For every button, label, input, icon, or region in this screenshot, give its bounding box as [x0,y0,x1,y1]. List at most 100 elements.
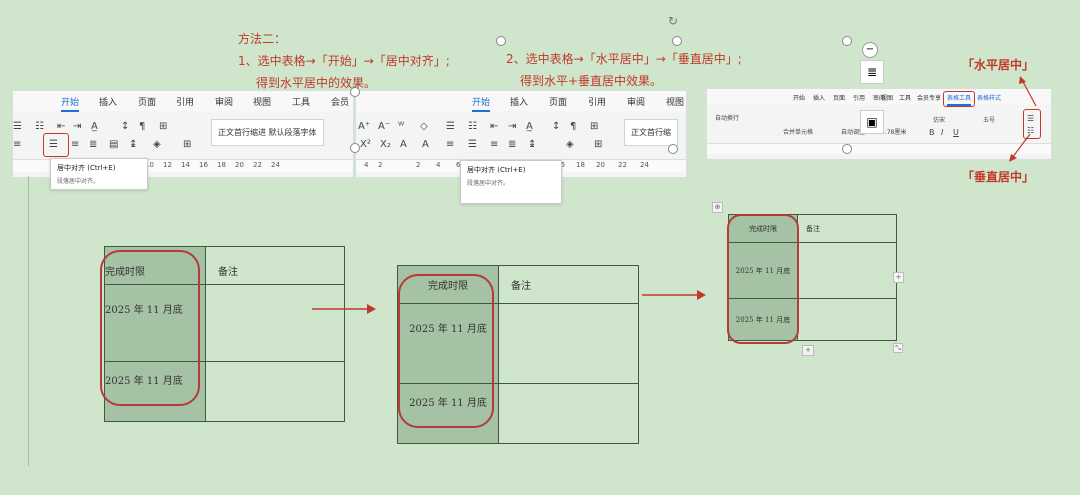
text-wrap-icon[interactable]: ≣ [860,60,884,84]
numbered-list-icon[interactable]: ☷ [468,121,477,133]
resize-handle[interactable] [350,87,360,97]
tab-view[interactable]: 视图 [253,95,271,108]
table-cell[interactable]: 备注 [797,214,897,243]
border-icon[interactable]: ⊞ [183,139,191,151]
italic-icon[interactable]: I [941,127,943,139]
align-left-icon[interactable]: ≡ [446,139,454,151]
resize-handle[interactable] [668,144,678,154]
tab-insert[interactable]: 插入 [813,93,825,102]
shading-icon[interactable]: ◈ [566,139,574,151]
line-spacing-icon[interactable]: ↨ [528,139,536,151]
table-resize-handle[interactable]: ⤡ [893,343,903,353]
align-right-icon[interactable]: ≡ [490,139,498,151]
bullet-list-icon[interactable]: ☰ [13,121,22,133]
tab-insert[interactable]: 插入 [510,95,528,108]
table-cell[interactable] [205,284,345,362]
add-row-button[interactable]: + [802,345,814,356]
clear-format-icon[interactable]: ◇ [420,121,428,133]
tab-reference[interactable]: 引用 [176,95,194,108]
show-marks-icon[interactable]: ¶ [139,121,145,133]
tab-page[interactable]: 页面 [138,95,156,108]
tab-reference[interactable]: 引用 [588,95,606,108]
table-icon[interactable]: ⊞ [590,121,598,133]
resize-handle[interactable] [842,144,852,154]
style-gallery[interactable]: 正文首行缩进 默认段落字体 [211,119,324,146]
tab-view[interactable]: 视图 [666,95,684,108]
justify-icon[interactable]: ≣ [508,139,516,151]
image-layout-icon[interactable]: ▣ [860,110,884,134]
tab-page[interactable]: 页面 [549,95,567,108]
auto-wrap-button[interactable]: 自动换行 [715,113,739,125]
align-right-icon[interactable]: ≡ [71,139,79,151]
add-column-button[interactable]: + [893,272,904,283]
collapse-icon[interactable]: − [862,42,878,58]
table-cell[interactable] [498,303,639,384]
underline-icon[interactable]: U [953,127,959,139]
tab-tools[interactable]: 工具 [899,93,911,102]
tab-home[interactable]: 开始 [472,95,491,112]
resize-handle[interactable] [672,36,682,46]
font-shrink-icon[interactable]: A⁻ [378,121,390,133]
style-gallery[interactable]: 正文首行缩 [624,119,678,146]
table-cell[interactable]: 备注 [498,265,639,304]
tab-reference[interactable]: 引用 [853,93,865,102]
distribute-icon[interactable]: ▤ [109,139,118,151]
table-cell[interactable] [498,383,639,444]
resize-handle[interactable] [496,36,506,46]
tab-insert[interactable]: 插入 [99,95,117,108]
table-cell[interactable] [797,298,897,341]
font-family-select[interactable]: 仿宋 [933,115,945,127]
tab-member[interactable]: 会员专享 [917,93,941,102]
tab-member[interactable]: 会员 [331,95,349,108]
tab-review[interactable]: 审阅 [627,95,645,108]
highlight-icon[interactable]: A [422,139,429,151]
ruler-number: 14 [181,161,190,169]
numbered-list-icon[interactable]: ☷ [35,121,44,133]
outdent-icon[interactable]: ⇤ [490,121,498,133]
bold-icon[interactable]: B [929,127,935,139]
show-marks-icon[interactable]: ¶ [570,121,576,133]
column-width-field[interactable]: 4.78厘米 [881,127,906,139]
merge-cells-button[interactable]: 合并单元格 [783,127,813,139]
table-icon[interactable]: ⊞ [159,121,167,133]
resize-handle[interactable] [842,36,852,46]
selection-oval [398,274,494,428]
align-left-icon[interactable]: ≡ [13,139,21,151]
font-style-icon[interactable]: ᵂ [398,121,404,133]
tab-home[interactable]: 开始 [793,93,805,102]
table-cell[interactable] [797,242,897,299]
sort-icon[interactable]: ↕ [121,121,129,133]
bullet-list-icon[interactable]: ☰ [446,121,455,133]
label-arrows [1009,76,1037,162]
ribbon-tabbar: 开始 插入 页面 引用 审阅 视图 工具 会员 [13,91,353,112]
table-cell[interactable] [205,361,345,422]
table-cell[interactable]: 备注 [205,246,345,285]
outdent-icon[interactable]: ⇤ [57,121,65,133]
font-size-select[interactable]: 五号 [983,115,995,127]
indent-icon[interactable]: ⇥ [73,121,81,133]
justify-icon[interactable]: ≣ [89,139,97,151]
line-spacing-icon[interactable]: ↨ [129,139,137,151]
shading-icon[interactable]: ◈ [153,139,161,151]
font-color-icon[interactable]: A [400,139,407,151]
chinese-layout-icon[interactable]: A̲ [91,121,98,133]
border-icon[interactable]: ⊞ [594,139,602,151]
resize-handle[interactable] [350,143,360,153]
indent-icon[interactable]: ⇥ [508,121,516,133]
tab-review[interactable]: 审阅 [215,95,233,108]
subscript-icon[interactable]: X₂ [380,139,391,151]
chinese-layout-icon[interactable]: A̲ [526,121,533,133]
rotate-handle-icon[interactable]: ↻ [668,14,678,28]
tab-view[interactable]: 视图 [881,93,893,102]
method-title: 方法二： [238,32,287,46]
align-center-icon[interactable]: ☰ [468,139,477,151]
font-grow-icon[interactable]: A⁺ [358,121,370,133]
tab-table-style[interactable]: 表格样式 [977,93,1001,102]
tab-page[interactable]: 页面 [833,93,845,102]
tab-home[interactable]: 开始 [61,95,80,112]
page-margin-line [28,176,29,466]
sort-icon[interactable]: ↕ [552,121,560,133]
superscript-icon[interactable]: X² [360,139,371,151]
tab-tools[interactable]: 工具 [292,95,310,108]
table-move-handle[interactable]: ⊕ [712,202,723,213]
